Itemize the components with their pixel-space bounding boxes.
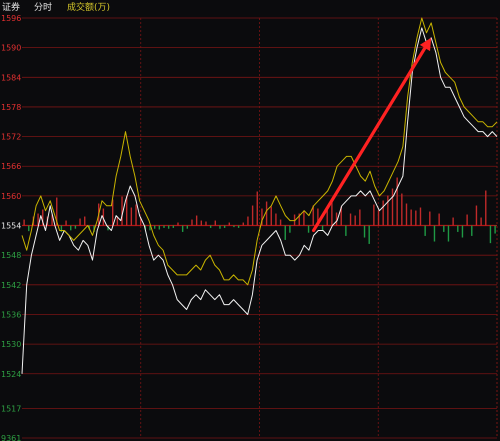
volume-bar [177, 222, 179, 226]
volume-bar [359, 209, 361, 226]
volume-bar [405, 203, 408, 226]
volume-bar [480, 217, 482, 226]
volume-bar [163, 225, 165, 228]
volume-bar [363, 225, 366, 238]
volume-bar [79, 218, 81, 226]
volume-bar [74, 225, 77, 229]
volume-bar [466, 214, 468, 226]
volume-bar [233, 225, 235, 228]
volume-bar [237, 225, 240, 228]
volume-bar [443, 225, 445, 232]
volume-bar [284, 225, 286, 240]
volume-bar [354, 215, 356, 226]
volume-bar [471, 225, 473, 236]
volume-bar [447, 225, 450, 242]
y-tick-label: 1596 [1, 14, 21, 23]
volume-bar [335, 212, 338, 226]
y-tick-label: 1517 [1, 404, 21, 413]
volume-bar [387, 195, 389, 226]
volume-bar [251, 205, 254, 226]
volume-bar [158, 225, 161, 230]
volume-bar [270, 206, 272, 226]
volume-bar [289, 225, 291, 233]
volume-bar [219, 225, 221, 229]
volume-bar [181, 225, 184, 232]
volume-bar [172, 225, 175, 228]
y-tick-label: 1548 [1, 251, 21, 260]
volume-bar [494, 225, 496, 234]
volume-bar [195, 215, 198, 226]
volume-bar [242, 222, 244, 226]
volume-bar [153, 225, 156, 229]
volume-bar [265, 201, 268, 226]
volume-bar [279, 219, 282, 226]
arrow-shaft [311, 46, 427, 233]
y-tick-label: 1578 [1, 103, 21, 112]
volume-bar [23, 219, 25, 226]
volume-bar [377, 210, 380, 226]
volume-bar [130, 207, 133, 226]
volume-bar [452, 217, 454, 226]
volume-bar [135, 204, 137, 226]
volume-bar [84, 216, 86, 226]
volume-bar [429, 211, 431, 226]
volume-bar [396, 177, 398, 226]
volume-bar [475, 205, 478, 226]
intraday-chart: 1596 1590 1584 1578 1572 1566 1560 1554 1548 1542… [1, 14, 498, 441]
volume-bar [419, 207, 422, 226]
y-tick-label: 1542 [1, 281, 21, 290]
volume-bar [307, 225, 310, 233]
volume-bar [275, 213, 277, 226]
y-tick-label: 1524 [1, 370, 21, 379]
volume-bar [228, 222, 230, 226]
y-tick-label: 1572 [1, 133, 21, 142]
volume-bar [205, 221, 207, 226]
volume-bar [28, 225, 30, 232]
volume-bar [191, 219, 193, 226]
y-tick-label: 1554 [1, 222, 21, 231]
volume-bar [186, 225, 189, 229]
volume-bar [223, 225, 226, 228]
volume-bar [438, 213, 440, 226]
volume-bar [167, 225, 170, 229]
y-tick-label: 1590 [1, 44, 21, 53]
volume-bar [200, 220, 203, 226]
annotation [311, 37, 432, 233]
volume-bar [256, 191, 258, 226]
y-tick-label: 1566 [1, 162, 21, 171]
volume-bar [489, 225, 492, 244]
y-tick-label: 1530 [1, 340, 21, 349]
volume-bar [345, 225, 347, 236]
volume-bar [410, 209, 412, 226]
volume-bar [121, 196, 123, 226]
volume-bar [391, 188, 394, 226]
volume-bar [349, 213, 352, 226]
volume-bar [485, 190, 487, 226]
volume-bar [209, 225, 212, 228]
y-tick-label: 1584 [1, 73, 21, 82]
volume-bar [424, 225, 426, 236]
volume-bar [415, 210, 417, 226]
y-tick-label: 1536 [1, 310, 21, 319]
y-tick-label: 1560 [1, 192, 21, 201]
volume-bar [65, 220, 67, 226]
volume-bar [303, 210, 305, 226]
volume-bar [70, 225, 72, 231]
volume-bar [461, 225, 464, 238]
volume-bar [373, 204, 375, 226]
volume-bar [457, 225, 459, 232]
volume-bar [214, 220, 216, 226]
volume-bar [368, 225, 370, 244]
volume-bar [401, 193, 403, 226]
volume-bar [382, 200, 384, 226]
volume-bar [433, 225, 436, 242]
y-tick-label: 9361 [1, 434, 21, 441]
y-axis-labels: 1596 1590 1584 1578 1572 1566 1560 1554 1548 1542… [1, 14, 21, 441]
volume-bar [247, 216, 249, 226]
